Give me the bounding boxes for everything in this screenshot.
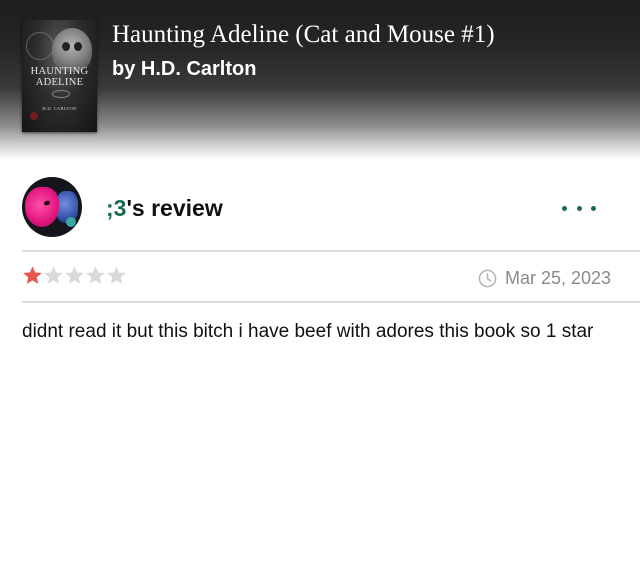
cover-accent xyxy=(30,112,38,120)
review-heading: ;3's review xyxy=(106,194,223,222)
more-horizontal-icon-dot xyxy=(562,205,567,211)
cover-title: HAUNTING ADELINE xyxy=(22,66,97,88)
divider xyxy=(22,301,640,303)
more-options-button[interactable] xyxy=(562,198,596,218)
review-date-group: Mar 25, 2023 xyxy=(478,265,618,291)
cover-author: H.D. CARLTON xyxy=(42,106,77,111)
avatar-art-leaf xyxy=(66,217,76,227)
clock-icon xyxy=(478,269,497,287)
avatar-art-pink xyxy=(25,187,59,227)
star-empty-icon xyxy=(86,266,105,284)
star-filled-icon xyxy=(23,266,42,284)
review-text: didnt read it but this bitch i have beef… xyxy=(22,321,594,342)
star-rating xyxy=(22,265,127,286)
star-empty-icon xyxy=(44,266,63,284)
review-heading-suffix: 's review xyxy=(126,195,223,221)
book-header: HAUNTING ADELINE H.D. CARLTON Haunting A… xyxy=(0,0,640,160)
reviewer-name-link[interactable]: ;3 xyxy=(106,195,126,221)
cover-swirl-ornament xyxy=(26,32,54,60)
star-empty-icon xyxy=(107,266,126,284)
book-title[interactable]: Haunting Adeline (Cat and Mouse #1) xyxy=(112,20,495,50)
star-empty-icon xyxy=(65,266,84,284)
more-horizontal-icon-dot xyxy=(591,205,596,211)
cover-ornament xyxy=(52,90,70,98)
book-author[interactable]: by H.D. Carlton xyxy=(112,57,256,81)
avatar[interactable] xyxy=(22,177,82,237)
divider xyxy=(22,250,640,252)
book-cover[interactable]: HAUNTING ADELINE H.D. CARLTON xyxy=(22,20,97,132)
more-horizontal-icon-dot xyxy=(576,205,582,211)
cover-title-line2: ADELINE xyxy=(35,77,84,88)
review-date: Mar 25, 2023 xyxy=(505,267,612,288)
cover-title-line1: HAUNTING xyxy=(30,66,89,77)
